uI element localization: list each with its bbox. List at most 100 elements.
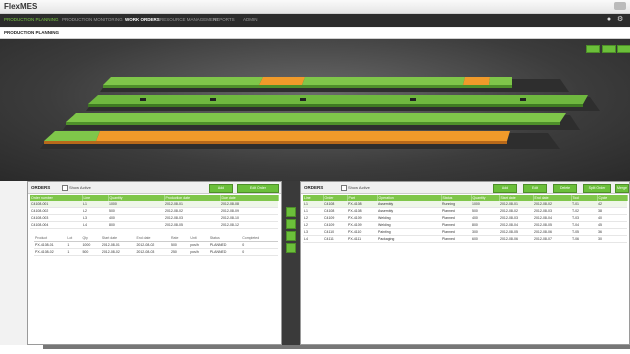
table-cell: T-04 [571, 221, 597, 229]
edit-order-button[interactable]: Edit Order [237, 184, 279, 193]
table-cell: 2012-08-05 [164, 221, 220, 229]
table-cell: 2012-08-05 [533, 221, 571, 229]
operations-panel: ORDERS Show Active Add Edit Delete Split… [300, 181, 630, 345]
table-cell: T-05 [571, 228, 597, 236]
table-cell: 500 [170, 241, 190, 249]
orders-panel-title: ORDERS [31, 185, 51, 190]
table-cell: 2012-08-01 [100, 241, 136, 249]
ops-show-active-checkbox[interactable] [341, 185, 347, 191]
table-cell: 2012-08-12 [220, 221, 278, 229]
table-cell: 30 [597, 235, 627, 243]
table-cell: 2012-08-02 [164, 207, 220, 215]
table-cell: PX-4108 [347, 207, 377, 215]
production-line-2[interactable] [86, 95, 600, 111]
table-cell: Planned [441, 235, 471, 243]
table-cell: 2012-08-05 [499, 228, 533, 236]
table-row[interactable]: L1 C4108 PX-4108 Assembly Planned 500 20… [303, 207, 627, 215]
add-operation-button[interactable]: Add [493, 184, 517, 193]
nav-item-work-orders[interactable]: WORK ORDERS [125, 17, 160, 22]
nav-item-reports[interactable]: REPORTS [213, 17, 235, 22]
table-cell: L2 [303, 214, 323, 222]
move-down-button[interactable] [286, 243, 296, 253]
main-nav: PRODUCTION PLANNING PRODUCTION MONITORIN… [0, 14, 630, 27]
table-cell: 1000 [81, 241, 101, 249]
table-cell: PLANNED [208, 241, 242, 249]
operations-panel-header: ORDERS Show Active Add Edit Delete Split… [301, 182, 629, 194]
table-row[interactable]: C4108-004 L4 800 2012-08-05 2012-08-12 [30, 221, 278, 229]
table-cell: 600 [471, 235, 499, 243]
table-cell: L3 [303, 228, 323, 236]
table-cell: 500 [108, 207, 164, 215]
table-cell: 2012-08-03 [533, 207, 571, 215]
orders-panel: ORDERS Show Active Add Edit Order Order … [27, 181, 282, 345]
table-cell: Painting [377, 228, 441, 236]
table-cell: 2012-08-06 [533, 228, 571, 236]
window-control-icon[interactable] [614, 2, 626, 10]
table-cell: Assembly [377, 207, 441, 215]
move-up-button[interactable] [286, 231, 296, 241]
table-cell: PX-4109 [347, 214, 377, 222]
table-cell: 2012-08-07 [533, 235, 571, 243]
table-cell: L3 [82, 214, 108, 222]
table-cell: L2 [303, 221, 323, 229]
nav-item-production-planning[interactable]: PRODUCTION PLANNING [4, 17, 59, 22]
table-cell: 2012-08-06 [499, 235, 533, 243]
table-cell: C4111 [323, 235, 347, 243]
table-cell: 250 [170, 248, 190, 256]
move-left-button[interactable] [286, 219, 296, 229]
production-line-3[interactable] [63, 113, 580, 130]
table-cell: T-03 [571, 214, 597, 222]
table-cell: Welding [377, 214, 441, 222]
table-cell: 2012-08-02 [499, 207, 533, 215]
nav-item-production-monitoring[interactable]: PRODUCTION MONITORING [62, 17, 123, 22]
breadcrumb: PRODUCTION PLANNING [0, 28, 630, 39]
orders-table: Order number Line Quantity Production da… [30, 195, 279, 229]
status-bar [43, 345, 630, 349]
table-cell: Planned [441, 207, 471, 215]
production-line-1[interactable] [100, 77, 569, 92]
table-cell: PLANNED [208, 248, 242, 256]
table-cell: 400 [471, 214, 499, 222]
table-cell: L4 [303, 235, 323, 243]
add-order-button[interactable]: Add [209, 184, 233, 193]
table-cell: PX-4108-01 [34, 241, 67, 249]
table-row[interactable]: L2 C4109 PX-4109 Welding Planned 800 201… [303, 221, 627, 229]
show-active-checkbox[interactable] [62, 185, 68, 191]
table-cell: Planned [441, 228, 471, 236]
show-active-label: Show Active [69, 185, 91, 190]
table-cell: C4109 [323, 221, 347, 229]
split-order-button[interactable]: Split Order [583, 184, 611, 193]
table-cell: 40 [597, 214, 627, 222]
delete-operation-button[interactable]: Delete [553, 184, 577, 193]
table-row[interactable]: C4108-003 L3 400 2012-08-03 2012-08-10 [30, 214, 278, 222]
table-cell: PX-4110 [347, 228, 377, 236]
operations-table: Line Order Part Operation Status Quantit… [303, 195, 628, 243]
table-cell: 0 [241, 248, 278, 256]
table-cell: 400 [108, 214, 164, 222]
edit-operation-button[interactable]: Edit [523, 184, 547, 193]
production-line-4[interactable] [40, 131, 560, 149]
table-row[interactable]: C4108-002 L2 500 2012-08-02 2012-08-09 [30, 207, 278, 215]
table-row[interactable]: L4 C4111 PX-4111 Packaging Planned 600 2… [303, 235, 627, 243]
table-cell: C4108-004 [30, 221, 82, 229]
page-title: PRODUCTION PLANNING [4, 30, 59, 35]
table-cell: 800 [471, 221, 499, 229]
table-cell: 2012-08-03 [164, 214, 220, 222]
table-cell: 800 [108, 221, 164, 229]
ops-show-active-label: Show Active [348, 185, 370, 190]
merge-button[interactable]: Merge [615, 184, 629, 193]
table-cell: 500 [81, 248, 101, 256]
table-row[interactable]: PX-4108-02 1 500 2012-08-02 2012-08-03 2… [34, 248, 278, 256]
table-row[interactable]: L3 C4110 PX-4110 Painting Planned 300 20… [303, 228, 627, 236]
table-cell: 2012-08-10 [220, 214, 278, 222]
nav-item-admin[interactable]: ADMIN [243, 17, 258, 22]
nav-item-resource-management[interactable]: RESOURCE MANAGEMENT [160, 17, 219, 22]
user-icon[interactable]: ● [606, 16, 612, 24]
settings-icon[interactable]: ⚙ [617, 16, 623, 24]
move-right-button[interactable] [286, 207, 296, 217]
title-bar: FlexMES [0, 0, 630, 14]
operations-panel-title: ORDERS [304, 185, 324, 190]
table-row[interactable]: PX-4108-01 1 1000 2012-08-01 2012-08-02 … [34, 241, 278, 249]
table-row[interactable]: L2 C4109 PX-4109 Welding Planned 400 201… [303, 214, 627, 222]
table-cell: 38 [597, 207, 627, 215]
